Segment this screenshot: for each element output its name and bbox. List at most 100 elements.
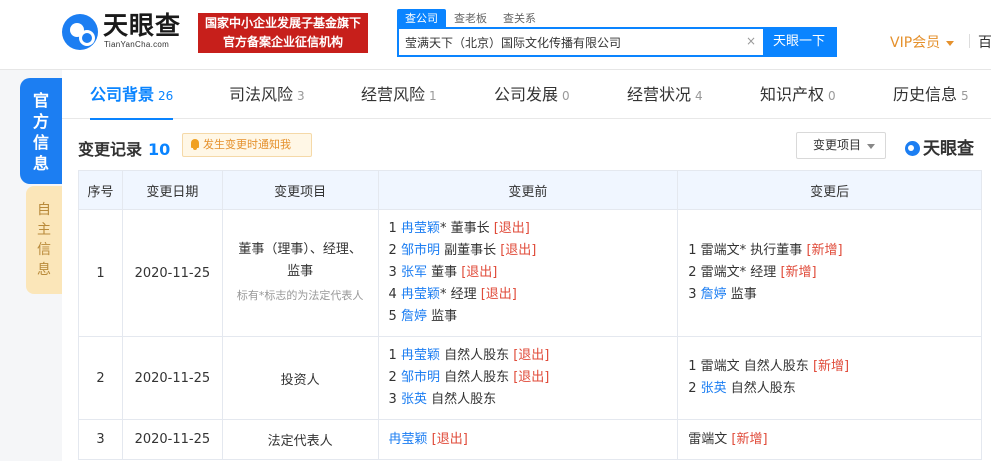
- item-note: 标有*标志的为法定代表人: [236, 289, 364, 302]
- official-badge: 国家中小企业发展子基金旗下 官方备案企业征信机构: [198, 13, 368, 53]
- top-header: 天眼查 TianYanCha.com 国家中小企业发展子基金旗下 官方备案企业征…: [0, 0, 991, 70]
- cell-item: 投资人: [221, 336, 379, 420]
- role-text: * 经理: [439, 287, 477, 302]
- after-line: 2 张英 自然人股东: [688, 378, 971, 400]
- person-link[interactable]: 詹婷: [701, 287, 727, 302]
- notify-button[interactable]: 发生变更时通知我: [182, 133, 312, 157]
- role-text: 自然人股东: [439, 370, 510, 385]
- tab-legal-risk[interactable]: 司法风险 3: [229, 70, 305, 119]
- tab-history[interactable]: 历史信息 5: [893, 70, 969, 119]
- search-input[interactable]: [405, 29, 755, 55]
- search-tab-company[interactable]: 查公司: [397, 9, 446, 28]
- change-item-filter[interactable]: 变更项目: [796, 132, 886, 159]
- watermark-text: 天眼查: [923, 139, 974, 159]
- logo-domain: TianYanCha.com: [104, 40, 170, 49]
- side-tab-self-info[interactable]: 自 主 信 息: [26, 186, 62, 294]
- cell-before: 1 冉莹颖 自然人股东 [退出] 2 邹市明 自然人股东 [退出] 3 张英 自…: [377, 336, 679, 420]
- search-tab-boss[interactable]: 查老板: [446, 9, 495, 28]
- side-char: 信: [32, 133, 49, 152]
- table-row: 3 2020-11-25 法定代表人 冉莹颖 [退出] 雷端文 [新增]: [78, 419, 982, 460]
- tab-operating-status[interactable]: 经营状况 4: [627, 70, 703, 119]
- search-button[interactable]: 天眼一下: [763, 29, 835, 55]
- line-index: 1: [688, 359, 697, 374]
- header-extra-link[interactable]: 百: [978, 32, 991, 52]
- after-line: 雷端文 [新增]: [688, 429, 971, 451]
- tab-count: 0: [828, 89, 836, 103]
- exit-tag: [退出]: [513, 348, 550, 363]
- tab-company-development[interactable]: 公司发展 0: [494, 70, 570, 119]
- cell-date: 2020-11-25: [121, 209, 223, 337]
- side-char: 官: [32, 91, 49, 110]
- person-link[interactable]: 冉莹颖: [401, 287, 440, 302]
- tab-business-risk[interactable]: 经营风险 1: [361, 70, 437, 119]
- search-box: × 天眼一下: [397, 27, 837, 57]
- person-link[interactable]: 张军: [401, 265, 427, 280]
- cell-before: 冉莹颖 [退出]: [377, 419, 679, 460]
- person-link[interactable]: 冉莹颖: [389, 432, 428, 447]
- before-line: 3 张英 自然人股东: [389, 389, 668, 411]
- after-line: 3 詹婷 监事: [688, 284, 971, 306]
- cell-item: 董事（理事）、经理、监事 标有*标志的为法定代表人: [221, 209, 379, 337]
- category-tabs: 公司背景 26 司法风险 3 经营风险 1 公司发展 0 经营状况 4 知识产权 0 历史信…: [62, 70, 991, 120]
- search-tab-relation[interactable]: 查关系: [495, 9, 544, 28]
- before-line: 5 詹婷 监事: [389, 306, 668, 328]
- person-link[interactable]: 冉莹颖: [401, 221, 440, 236]
- person-link[interactable]: 张英: [401, 392, 427, 407]
- new-tag: [新增]: [812, 359, 850, 374]
- person-link[interactable]: 张英: [701, 381, 727, 396]
- tab-intellectual-property[interactable]: 知识产权 0: [760, 70, 836, 119]
- table-row: 1 2020-11-25 董事（理事）、经理、监事 标有*标志的为法定代表人 1…: [78, 209, 982, 337]
- tab-count: 3: [297, 89, 305, 103]
- badge-line-2: 官方备案企业征信机构: [222, 35, 343, 49]
- line-index: 3: [388, 392, 397, 407]
- after-line: 2 雷端文* 经理 [新增]: [688, 262, 971, 284]
- cell-no: 1: [78, 209, 123, 337]
- role-text: 董事: [426, 265, 458, 280]
- clear-icon[interactable]: ×: [746, 34, 756, 48]
- tab-company-background[interactable]: 公司背景 26: [90, 70, 174, 120]
- tab-count: 1: [429, 89, 437, 103]
- main-panel: 公司背景 26 司法风险 3 经营风险 1 公司发展 0 经营状况 4 知识产权 0 历史信…: [62, 70, 991, 461]
- line-index: 2: [388, 243, 397, 258]
- caret-down-icon: [946, 40, 955, 46]
- exit-tag: [退出]: [461, 265, 498, 280]
- before-line: 2 邹市明 副董事长 [退出]: [389, 240, 668, 262]
- after-line: 1 雷端文 自然人股东 [新增]: [688, 356, 971, 378]
- vip-menu[interactable]: VIP会员: [890, 32, 955, 52]
- person-link[interactable]: 邹市明: [401, 243, 440, 258]
- role-text: 自然人股东: [439, 348, 510, 363]
- exit-tag: [退出]: [431, 431, 468, 447]
- change-records-table: 序号 变更日期 变更项目 变更前 变更后 1 2020-11-25 董事（理事）…: [78, 170, 982, 460]
- line-index: 1: [688, 243, 697, 258]
- person-link[interactable]: 詹婷: [401, 309, 427, 324]
- side-char: 息: [32, 154, 49, 173]
- role-text: 监事: [726, 287, 757, 302]
- line-index: 1: [388, 221, 397, 236]
- role-text: * 董事长: [439, 221, 490, 236]
- tab-label: 公司背景: [90, 85, 155, 104]
- tab-label: 历史信息: [893, 85, 958, 104]
- before-line: 4 冉莹颖* 经理 [退出]: [389, 284, 668, 306]
- section-title: 变更记录 10: [78, 136, 170, 160]
- section-title-text: 变更记录: [78, 140, 143, 159]
- before-line: 冉莹颖 [退出]: [389, 429, 668, 451]
- side-tab-official-info[interactable]: 官 方 信 息: [20, 78, 62, 184]
- role-text: 自然人股东: [426, 392, 497, 407]
- before-line: 1 冉莹颖* 董事长 [退出]: [389, 218, 668, 240]
- cell-item: 法定代表人: [221, 419, 379, 460]
- tab-count: 4: [695, 89, 703, 103]
- person-link[interactable]: 邹市明: [401, 370, 440, 385]
- logo-text: 天眼查: [103, 11, 182, 40]
- vip-label: VIP会员: [890, 35, 941, 51]
- filter-label: 变更项目: [813, 138, 862, 152]
- person-role-text: 雷端文 自然人股东: [700, 359, 809, 374]
- col-header-item: 变更项目: [221, 170, 379, 210]
- person-link[interactable]: 冉莹颖: [401, 348, 440, 363]
- cell-no: 2: [78, 336, 123, 420]
- side-char: 自: [37, 202, 51, 218]
- header-divider: [969, 34, 970, 48]
- cell-after: 1 雷端文* 执行董事 [新增] 2 雷端文* 经理 [新增] 3 詹婷 监事: [677, 209, 982, 337]
- line-index: 2: [688, 265, 697, 280]
- bell-icon: [191, 139, 199, 150]
- site-logo[interactable]: 天眼查 TianYanCha.com: [62, 12, 190, 52]
